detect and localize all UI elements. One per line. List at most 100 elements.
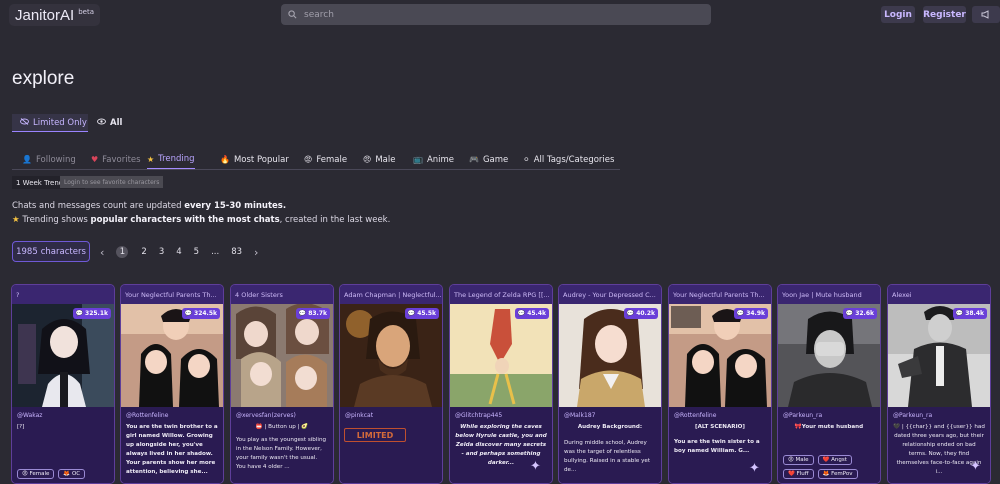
user-icon: 👤	[22, 155, 32, 164]
info-line-1: Chats and messages count are updated eve…	[12, 199, 390, 213]
card-title: 4 Older Sisters	[231, 285, 333, 304]
character-card[interactable]: 4 Older Sisters 💬 83.7k @xervesfan(zerves…	[230, 284, 334, 484]
login-button[interactable]: Login	[881, 6, 915, 23]
character-card[interactable]: Your Neglectful Parents Th... 💬 34.9k @Ro…	[668, 284, 772, 484]
tab-label: Following	[35, 154, 76, 165]
gamepad-icon: 🎮	[469, 155, 479, 164]
logo[interactable]: JanitorAI beta	[9, 4, 100, 26]
all-filter[interactable]: All	[97, 114, 122, 132]
tab-label: Game	[482, 154, 509, 165]
chat-icon: 💬	[298, 310, 307, 317]
info-bold-part: popular characters with the most chats	[90, 215, 280, 225]
tab-female[interactable]: 😡 Female	[304, 150, 347, 169]
page-3[interactable]: 3	[159, 247, 164, 257]
card-author[interactable]: @Glitchtrap445	[455, 412, 547, 419]
character-card[interactable]: Alexei 💬 38.4k @Parkeun_ra 🖤 | {{char}} a…	[887, 284, 991, 484]
announcement-button[interactable]	[972, 6, 1000, 23]
card-body: @xervesfan(zerves) 📛 | Button up | 🥑 You…	[231, 407, 333, 483]
card-body: @Glitchtrap445 While exploring the caves…	[450, 407, 552, 483]
tab-label: Favorites	[102, 154, 141, 165]
card-title: Your Neglectful Parents Th...	[121, 285, 223, 304]
character-card[interactable]: Audrey - Your Depressed C... 💬 40.2k @Mal…	[558, 284, 662, 484]
card-author[interactable]: @Parkeun_ra	[783, 412, 875, 419]
tag-oc[interactable]: 🦊 OC	[58, 469, 86, 479]
character-card[interactable]: Adam Chapman | Neglectful... 💬 45.5k @pin…	[339, 284, 443, 484]
limited-banner: LIMITED	[344, 428, 406, 442]
card-author[interactable]: @Malk187	[564, 412, 656, 419]
page-title: explore	[12, 68, 75, 89]
card-body: @Malk187 Audrey Background: During middl…	[559, 407, 661, 483]
tag-male[interactable]: 😡 Male	[783, 455, 814, 465]
tag-female[interactable]: 😡 Female	[17, 469, 55, 479]
card-author[interactable]: @pinkcat	[345, 412, 437, 419]
tab-label: Trending	[158, 154, 195, 164]
tab-most-popular[interactable]: 🔥 Most Popular	[220, 150, 289, 169]
tag-angst[interactable]: ❤️ Angst	[817, 455, 852, 465]
sparkle-icon: ✦	[530, 459, 541, 474]
tag-fempov[interactable]: 🦊 FemPov	[817, 469, 858, 479]
character-card[interactable]: ? 💬 325.1k @Wakaz [?] 😡 Female 🦊 OC	[11, 284, 115, 484]
count-label: characters	[40, 246, 86, 257]
tab-trending[interactable]: ★ Trending	[147, 150, 195, 169]
search-icon	[288, 10, 297, 19]
chat-icon: 💬	[845, 310, 854, 317]
count-value: 1985	[16, 246, 38, 257]
top-bar: JanitorAI beta Login Register	[0, 0, 1000, 30]
card-subtitle: [ALT SCENARIO]	[695, 424, 745, 430]
tab-label: Most Popular	[233, 154, 289, 165]
info-text-part: Chats and messages count are updated	[12, 201, 185, 211]
tab-label: Female	[316, 154, 348, 165]
chat-icon: 💬	[184, 310, 193, 317]
card-author[interactable]: @Rottenfeline	[674, 412, 766, 419]
page-4[interactable]: 4	[176, 247, 181, 257]
tab-following[interactable]: 👤 Following	[22, 150, 76, 169]
page-1[interactable]: 1	[116, 246, 129, 258]
card-body: @Rottenfeline [ALT SCENARIO] You are the…	[669, 407, 771, 483]
next-page-button[interactable]: ›	[254, 246, 258, 259]
chat-count-badge: 💬 83.7k	[295, 308, 330, 319]
card-author[interactable]: @Rottenfeline	[126, 412, 218, 419]
character-portrait: 💬 45.4k	[450, 304, 552, 407]
card-body: @Parkeun_ra 🖤 | {{char}} and {{user}} ha…	[888, 407, 990, 483]
card-title: Alexei	[888, 285, 990, 304]
character-card[interactable]: Your Neglectful Parents Th... 💬 324.5k @R…	[120, 284, 224, 484]
character-card[interactable]: Yoon Jae | Mute husband 💬 32.6k @Parkeun_…	[777, 284, 881, 484]
chat-count: 40.2k	[636, 310, 655, 317]
prev-page-button[interactable]: ‹	[100, 246, 104, 259]
card-author[interactable]: @Wakaz	[17, 412, 109, 419]
card-author[interactable]: @xervesfan(zerves)	[236, 412, 328, 419]
tag-fluff[interactable]: ❤️ Fluff	[783, 469, 814, 479]
card-author[interactable]: @Parkeun_ra	[893, 412, 985, 419]
search-bar[interactable]	[281, 4, 711, 25]
megaphone-icon	[981, 10, 989, 19]
character-count: 1985 characters	[12, 241, 90, 262]
tv-icon: 📺	[413, 155, 423, 164]
character-card[interactable]: The Legend of Zelda RPG [[... 💬 45.4k @Gl…	[449, 284, 553, 484]
tab-anime[interactable]: 📺 Anime	[413, 150, 454, 169]
pagination: ‹ 1 2 3 4 5 ... 83 ›	[100, 244, 270, 260]
chat-count-badge: 💬 40.2k	[623, 308, 658, 319]
limited-only-filter[interactable]: Limited Only	[12, 114, 88, 132]
chat-count: 38.4k	[965, 310, 984, 317]
chat-icon: 💬	[626, 310, 635, 317]
page-2[interactable]: 2	[141, 247, 146, 257]
character-portrait: 💬 83.7k	[231, 304, 333, 407]
character-portrait: 💬 38.4k	[888, 304, 990, 407]
chat-icon: 💬	[517, 310, 526, 317]
page-83[interactable]: 83	[231, 247, 242, 257]
tab-favorites[interactable]: ♥ Favorites	[91, 150, 141, 169]
beta-badge: beta	[78, 8, 94, 16]
card-tags: 😡 Male ❤️ Angst ❤️ Fluff 🦊 FemPov	[783, 455, 878, 479]
search-input[interactable]	[304, 9, 684, 20]
chat-count-badge: 💬 45.5k	[404, 308, 439, 319]
tab-all-tags[interactable]: ⚪ All Tags/Categories	[523, 150, 614, 169]
tab-label: Male	[375, 154, 396, 165]
tab-game[interactable]: 🎮 Game	[469, 150, 508, 169]
heart-icon: ♥	[91, 155, 99, 164]
sparkle-icon: ✦	[970, 459, 981, 474]
card-tags: 😡 Female 🦊 OC	[17, 469, 112, 479]
tab-male[interactable]: 😠 Male	[363, 150, 395, 169]
eye-icon	[97, 118, 106, 128]
page-5[interactable]: 5	[194, 247, 199, 257]
register-button[interactable]: Register	[923, 6, 966, 23]
